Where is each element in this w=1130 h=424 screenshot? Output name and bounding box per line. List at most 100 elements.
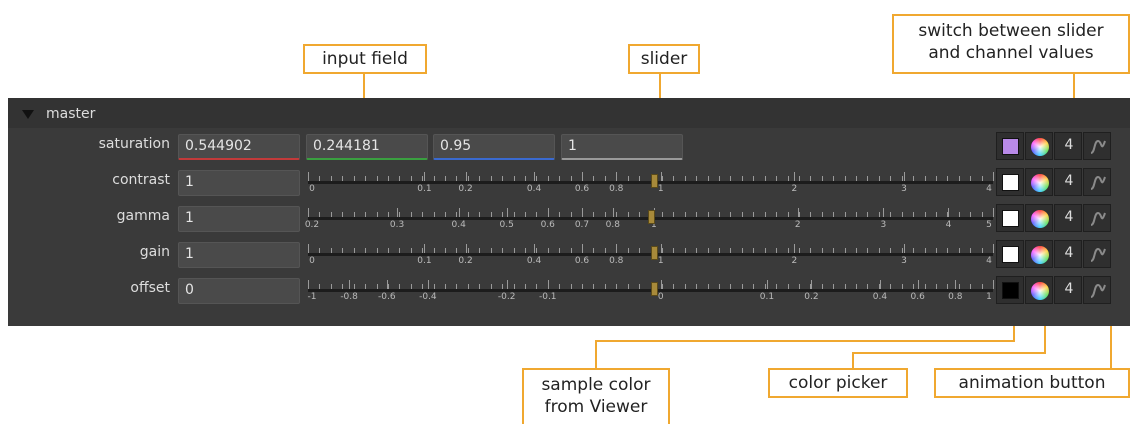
color-picker-button[interactable] bbox=[1025, 276, 1053, 304]
slider-minor-tick bbox=[502, 248, 504, 253]
color-picker-button[interactable] bbox=[1025, 204, 1053, 232]
gain-input[interactable]: 1 bbox=[178, 242, 300, 268]
channel-toggle-button[interactable]: 4 bbox=[1054, 204, 1082, 232]
animation-button[interactable] bbox=[1083, 240, 1111, 268]
saturation-input-r[interactable]: 0.544902 bbox=[178, 134, 300, 160]
sample-color-button[interactable] bbox=[996, 132, 1024, 160]
slider-minor-tick bbox=[387, 176, 389, 181]
slider-minor-tick bbox=[970, 248, 972, 253]
row-label-gamma: gamma bbox=[116, 208, 170, 224]
slider-minor-tick bbox=[410, 212, 412, 217]
channel-toggle-button[interactable]: 4 bbox=[1054, 132, 1082, 160]
slider-handle[interactable] bbox=[647, 210, 655, 224]
animation-button[interactable] bbox=[1083, 276, 1111, 304]
gain-slider[interactable]: 0 0.1 0.2 0.4 0.6 0.8 1 2 3 4 bbox=[308, 240, 994, 268]
slider-handle[interactable] bbox=[650, 282, 658, 296]
slider-minor-tick bbox=[753, 212, 755, 217]
slider-major-tick bbox=[427, 280, 429, 289]
slider-handle[interactable] bbox=[650, 246, 658, 260]
slider-minor-tick bbox=[445, 248, 446, 253]
sample-color-button[interactable] bbox=[996, 204, 1024, 232]
callout-color-picker: color picker bbox=[768, 368, 908, 398]
slider-minor-tick bbox=[776, 284, 778, 289]
slider-minor-tick bbox=[719, 248, 720, 253]
channel-toggle-button[interactable]: 4 bbox=[1054, 240, 1082, 268]
channel-toggle-button[interactable]: 4 bbox=[1054, 276, 1082, 304]
contrast-input[interactable]: 1 bbox=[178, 170, 300, 196]
saturation-input-b[interactable]: 0.95 bbox=[433, 134, 555, 160]
slider-tick-label: 0.1 bbox=[759, 292, 775, 302]
slider-tick-label: 4 bbox=[986, 256, 992, 266]
color-picker-button[interactable] bbox=[1025, 168, 1053, 196]
slider-minor-tick bbox=[399, 248, 401, 253]
color-swatch-icon bbox=[1002, 174, 1019, 191]
animation-button[interactable] bbox=[1083, 132, 1111, 160]
slider-minor-tick bbox=[901, 248, 903, 253]
slider-minor-tick bbox=[353, 212, 355, 217]
slider-minor-tick bbox=[684, 284, 686, 289]
color-picker-button[interactable] bbox=[1025, 240, 1053, 268]
slider-tick-label: 3 bbox=[880, 220, 887, 230]
slider-minor-tick bbox=[935, 248, 937, 253]
slider-minor-tick bbox=[753, 284, 755, 289]
slider-major-tick bbox=[917, 280, 919, 289]
channel-toggle-button[interactable]: 4 bbox=[1054, 168, 1082, 196]
slider-minor-tick bbox=[810, 176, 812, 181]
slider-major-tick bbox=[458, 208, 460, 217]
slider-major-tick bbox=[993, 280, 994, 289]
color-wheel-icon bbox=[1031, 246, 1049, 264]
slider-tick-label: 0.6 bbox=[574, 256, 590, 266]
slider-minor-tick bbox=[479, 248, 481, 253]
slider-major-tick bbox=[547, 208, 549, 217]
slider-minor-tick bbox=[856, 212, 857, 217]
sample-color-button[interactable] bbox=[996, 168, 1024, 196]
master-header[interactable]: master bbox=[8, 98, 1130, 128]
slider-tick-label: 0.2 bbox=[304, 220, 320, 230]
contrast-slider[interactable]: 0 0.1 0.2 0.4 0.6 0.8 1 2 3 4 bbox=[308, 168, 994, 196]
slider-major-tick bbox=[506, 280, 508, 289]
collapse-triangle-icon[interactable] bbox=[22, 110, 34, 119]
slider-minor-tick bbox=[513, 248, 515, 253]
slider-minor-tick bbox=[890, 176, 892, 181]
slider-minor-tick bbox=[559, 284, 561, 289]
slider-tick-label: 0.6 bbox=[574, 184, 590, 194]
slider-major-tick bbox=[582, 172, 583, 181]
slider-minor-tick bbox=[524, 248, 526, 253]
animation-button[interactable] bbox=[1083, 204, 1111, 232]
slider-minor-tick bbox=[604, 212, 606, 217]
slider-minor-tick bbox=[490, 176, 492, 181]
slider-major-tick bbox=[547, 280, 549, 289]
slider-minor-tick bbox=[741, 248, 743, 253]
slider-major-tick bbox=[660, 172, 662, 181]
callout-switch-text-2: and channel values bbox=[928, 43, 1094, 63]
gamma-input[interactable]: 1 bbox=[178, 206, 300, 232]
channel-count: 4 bbox=[1064, 281, 1074, 297]
slider-minor-tick bbox=[684, 248, 686, 253]
slider-minor-tick bbox=[570, 284, 572, 289]
slider-minor-tick bbox=[878, 176, 880, 181]
slider-minor-tick bbox=[707, 176, 709, 181]
slider-minor-tick bbox=[947, 176, 949, 181]
animation-button[interactable] bbox=[1083, 168, 1111, 196]
slider-major-tick bbox=[948, 208, 950, 217]
slider-tick-label: 0.2 bbox=[458, 256, 473, 266]
offset-slider[interactable]: -1 -0.8 -0.6 -0.4 -0.2 -0.1 0 0.1 0.2 0.4 0.6 0.8 1 bbox=[308, 276, 994, 304]
slider-minor-tick bbox=[673, 176, 675, 181]
master-panel: master saturation 0.544902 0.244181 0.95… bbox=[8, 98, 1130, 326]
saturation-input-a[interactable]: 1 bbox=[561, 134, 683, 160]
slider-tick-label: 0.4 bbox=[451, 220, 466, 230]
slider-handle[interactable] bbox=[650, 174, 658, 188]
slider-major-tick bbox=[993, 244, 994, 253]
slider-minor-tick bbox=[730, 248, 732, 253]
gamma-slider[interactable]: 0.2 0.3 0.4 0.5 0.6 0.7 0.8 1 2 3 4 5 bbox=[304, 204, 994, 232]
sample-color-button[interactable] bbox=[996, 276, 1024, 304]
color-picker-button[interactable] bbox=[1025, 132, 1053, 160]
offset-input[interactable]: 0 bbox=[178, 278, 300, 304]
slider-minor-tick bbox=[387, 212, 389, 217]
slider-minor-tick bbox=[547, 248, 549, 253]
saturation-input-g[interactable]: 0.244181 bbox=[306, 134, 428, 160]
slider-minor-tick bbox=[536, 284, 538, 289]
slider-minor-tick bbox=[787, 248, 789, 253]
sample-color-button[interactable] bbox=[996, 240, 1024, 268]
slider-minor-tick bbox=[593, 284, 595, 289]
